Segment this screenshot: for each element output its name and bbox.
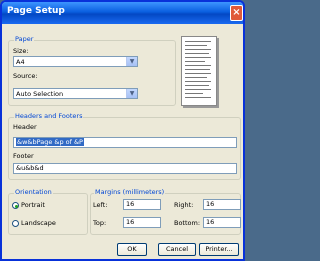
bottom-margin-value: 16	[206, 218, 215, 226]
left-margin-value: 16	[126, 200, 135, 208]
footer-label: Footer	[13, 152, 34, 160]
top-margin-label: Top:	[93, 219, 107, 227]
header-value: &w&bPage &p of &P	[16, 138, 84, 146]
cancel-button[interactable]: Cancel	[158, 243, 196, 256]
top-margin-input[interactable]: 16	[123, 217, 161, 228]
header-input[interactable]: &w&bPage &p of &P	[13, 137, 237, 148]
left-margin-label: Left:	[93, 201, 108, 209]
paper-source-select[interactable]: Auto Selection ▼	[13, 88, 138, 99]
right-margin-input[interactable]: 16	[203, 199, 241, 210]
chevron-down-icon[interactable]: ▼	[126, 57, 137, 66]
header-label: Header	[13, 123, 37, 131]
chevron-down-icon[interactable]: ▼	[126, 89, 137, 98]
landscape-label[interactable]: Landscape	[21, 219, 56, 227]
paper-size-value: A4	[16, 58, 25, 66]
orientation-legend: Orientation	[14, 188, 53, 196]
margins-legend: Margins (millimeters)	[94, 188, 166, 196]
right-margin-value: 16	[206, 200, 215, 208]
paper-size-select[interactable]: A4 ▼	[13, 56, 138, 67]
headers-footers-legend: Headers and Footers	[14, 112, 84, 120]
page-preview	[181, 36, 217, 106]
title-bar[interactable]: Page Setup ×	[2, 2, 243, 24]
close-icon[interactable]: ×	[230, 5, 243, 21]
ok-button[interactable]: OK	[117, 243, 147, 256]
paper-legend: Paper	[14, 35, 35, 43]
landscape-radio[interactable]	[12, 220, 19, 227]
page-setup-dialog: Page Setup × Paper Size: A4 ▼ Source: Au…	[0, 0, 245, 261]
left-margin-input[interactable]: 16	[123, 199, 161, 210]
paper-source-value: Auto Selection	[16, 90, 64, 98]
portrait-label[interactable]: Portrait	[21, 201, 45, 209]
dialog-title: Page Setup	[7, 6, 65, 16]
size-label: Size:	[13, 47, 29, 55]
orientation-group	[8, 193, 88, 235]
footer-input[interactable]: &u&b&d	[13, 163, 237, 174]
portrait-radio[interactable]	[12, 202, 19, 209]
footer-value: &u&b&d	[16, 164, 44, 172]
printer-button[interactable]: Printer...	[199, 243, 239, 256]
bottom-margin-label: Bottom:	[174, 219, 201, 227]
source-label: Source:	[13, 72, 38, 80]
right-margin-label: Right:	[174, 201, 194, 209]
bottom-margin-input[interactable]: 16	[203, 217, 241, 228]
top-margin-value: 16	[126, 218, 135, 226]
